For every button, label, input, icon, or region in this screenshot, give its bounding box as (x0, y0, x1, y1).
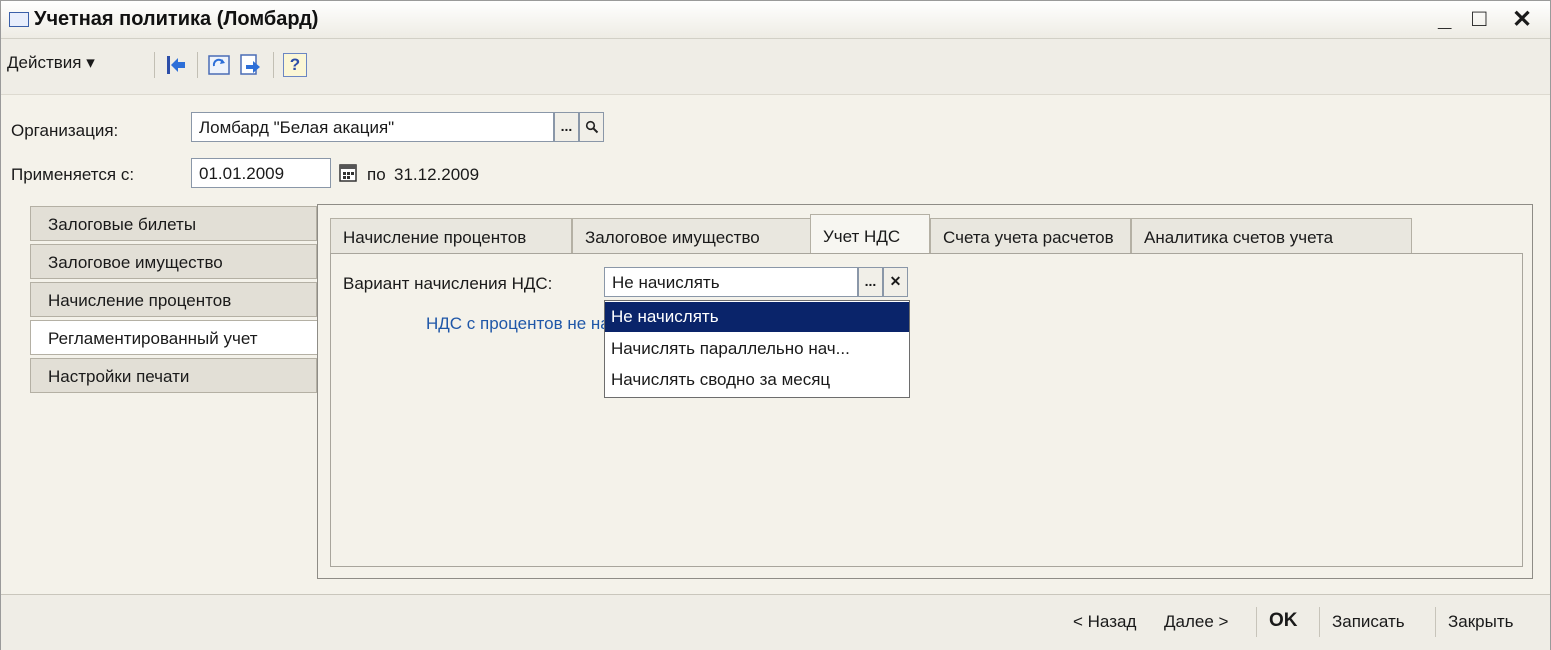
title-bar: Учетная политика (Ломбард) _ □ ✕ (1, 1, 1550, 39)
vat-note-link[interactable]: НДС с процентов не начисляется (426, 314, 608, 334)
dropdown-option-monthly[interactable]: Начислять сводно за месяц (605, 365, 909, 395)
magnifier-icon (585, 120, 598, 134)
window-title: Учетная политика (Ломбард) (34, 8, 319, 30)
toolbar: Действия ▾ ? (1, 39, 1550, 95)
tab-pledged-property[interactable]: Залоговое имущество (572, 218, 812, 254)
left-tab-label: Залоговые билеты (48, 215, 197, 234)
help-icon[interactable]: ? (283, 53, 307, 77)
vat-variant-clear-button[interactable]: ✕ (883, 267, 908, 297)
left-tab-pledge-tickets[interactable]: Залоговые билеты (30, 206, 317, 241)
left-tab-regulated-accounting[interactable]: Регламентированный учет (30, 320, 319, 355)
main-window: Учетная политика (Ломбард) _ □ ✕ Действи… (0, 0, 1551, 650)
organization-search-button[interactable] (579, 112, 604, 142)
toolbar-separator (273, 52, 274, 78)
left-tab-label: Регламентированный учет (48, 329, 258, 348)
save-button[interactable]: Записать (1332, 612, 1405, 632)
footer-separator (1256, 607, 1257, 637)
tab-account-analytics[interactable]: Аналитика счетов учета (1131, 218, 1412, 254)
next-button[interactable]: Далее > (1164, 612, 1228, 632)
applies-to-date: 31.12.2009 (394, 165, 480, 184)
left-tab-label: Настройки печати (48, 367, 190, 386)
window-form-icon (9, 12, 29, 27)
dropdown-option-not-charge[interactable]: Не начислять (605, 302, 909, 332)
tab-settlement-accounts[interactable]: Счета учета расчетов (930, 218, 1131, 254)
vat-variant-select[interactable]: Не начислять (604, 267, 858, 297)
minimize-button[interactable]: _ (1438, 5, 1451, 33)
toolbar-separator (197, 52, 198, 78)
tab-label: Учет НДС (823, 227, 901, 246)
footer-separator (1435, 607, 1436, 637)
applies-from-date-input[interactable]: 01.01.2009 (191, 158, 331, 188)
vat-variant-dropdown: Не начислять Начислять параллельно нач..… (604, 300, 910, 398)
close-window-button[interactable]: ✕ (1512, 5, 1532, 34)
back-button[interactable]: < Назад (1073, 612, 1136, 632)
footer-separator (1319, 607, 1320, 637)
tab-label: Залоговое имущество (585, 228, 760, 247)
applies-to-label: по (367, 165, 386, 184)
left-tab-print-settings[interactable]: Настройки печати (30, 358, 317, 393)
actions-menu[interactable]: Действия ▾ (7, 53, 95, 73)
left-tab-label: Начисление процентов (48, 291, 232, 310)
organization-select-button[interactable]: ... (554, 112, 579, 142)
toolbar-separator (154, 52, 155, 78)
ok-button[interactable]: OK (1269, 610, 1298, 632)
refresh-icon[interactable] (207, 53, 231, 77)
organization-label: Организация: (11, 121, 119, 140)
calendar-icon[interactable] (339, 164, 357, 182)
vat-variant-label: Вариант начисления НДС: (343, 274, 553, 293)
tab-label: Начисление процентов (343, 228, 527, 247)
maximize-button[interactable]: □ (1472, 5, 1487, 33)
tab-interest-accrual[interactable]: Начисление процентов (330, 218, 572, 254)
left-tab-interest-accrual[interactable]: Начисление процентов (30, 282, 317, 317)
close-button[interactable]: Закрыть (1448, 612, 1513, 632)
bottom-command-bar: < Назад Далее > OK Записать Закрыть (1, 594, 1550, 650)
vat-variant-select-button[interactable]: ... (858, 267, 883, 297)
go-to-icon[interactable] (238, 53, 262, 77)
tab-label: Аналитика счетов учета (1144, 228, 1334, 247)
vat-tab-content (330, 253, 1523, 567)
applies-from-label: Применяется с: (11, 165, 135, 184)
dropdown-option-parallel[interactable]: Начислять параллельно нач... (605, 334, 909, 364)
left-tab-label: Залоговое имущество (48, 253, 223, 272)
back-arrow-icon[interactable] (164, 53, 188, 77)
organization-input[interactable]: Ломбард "Белая акация" (191, 112, 554, 142)
tab-vat[interactable]: Учет НДС (810, 214, 930, 254)
tab-label: Счета учета расчетов (943, 228, 1114, 247)
left-tab-pledged-property[interactable]: Залоговое имущество (30, 244, 317, 279)
